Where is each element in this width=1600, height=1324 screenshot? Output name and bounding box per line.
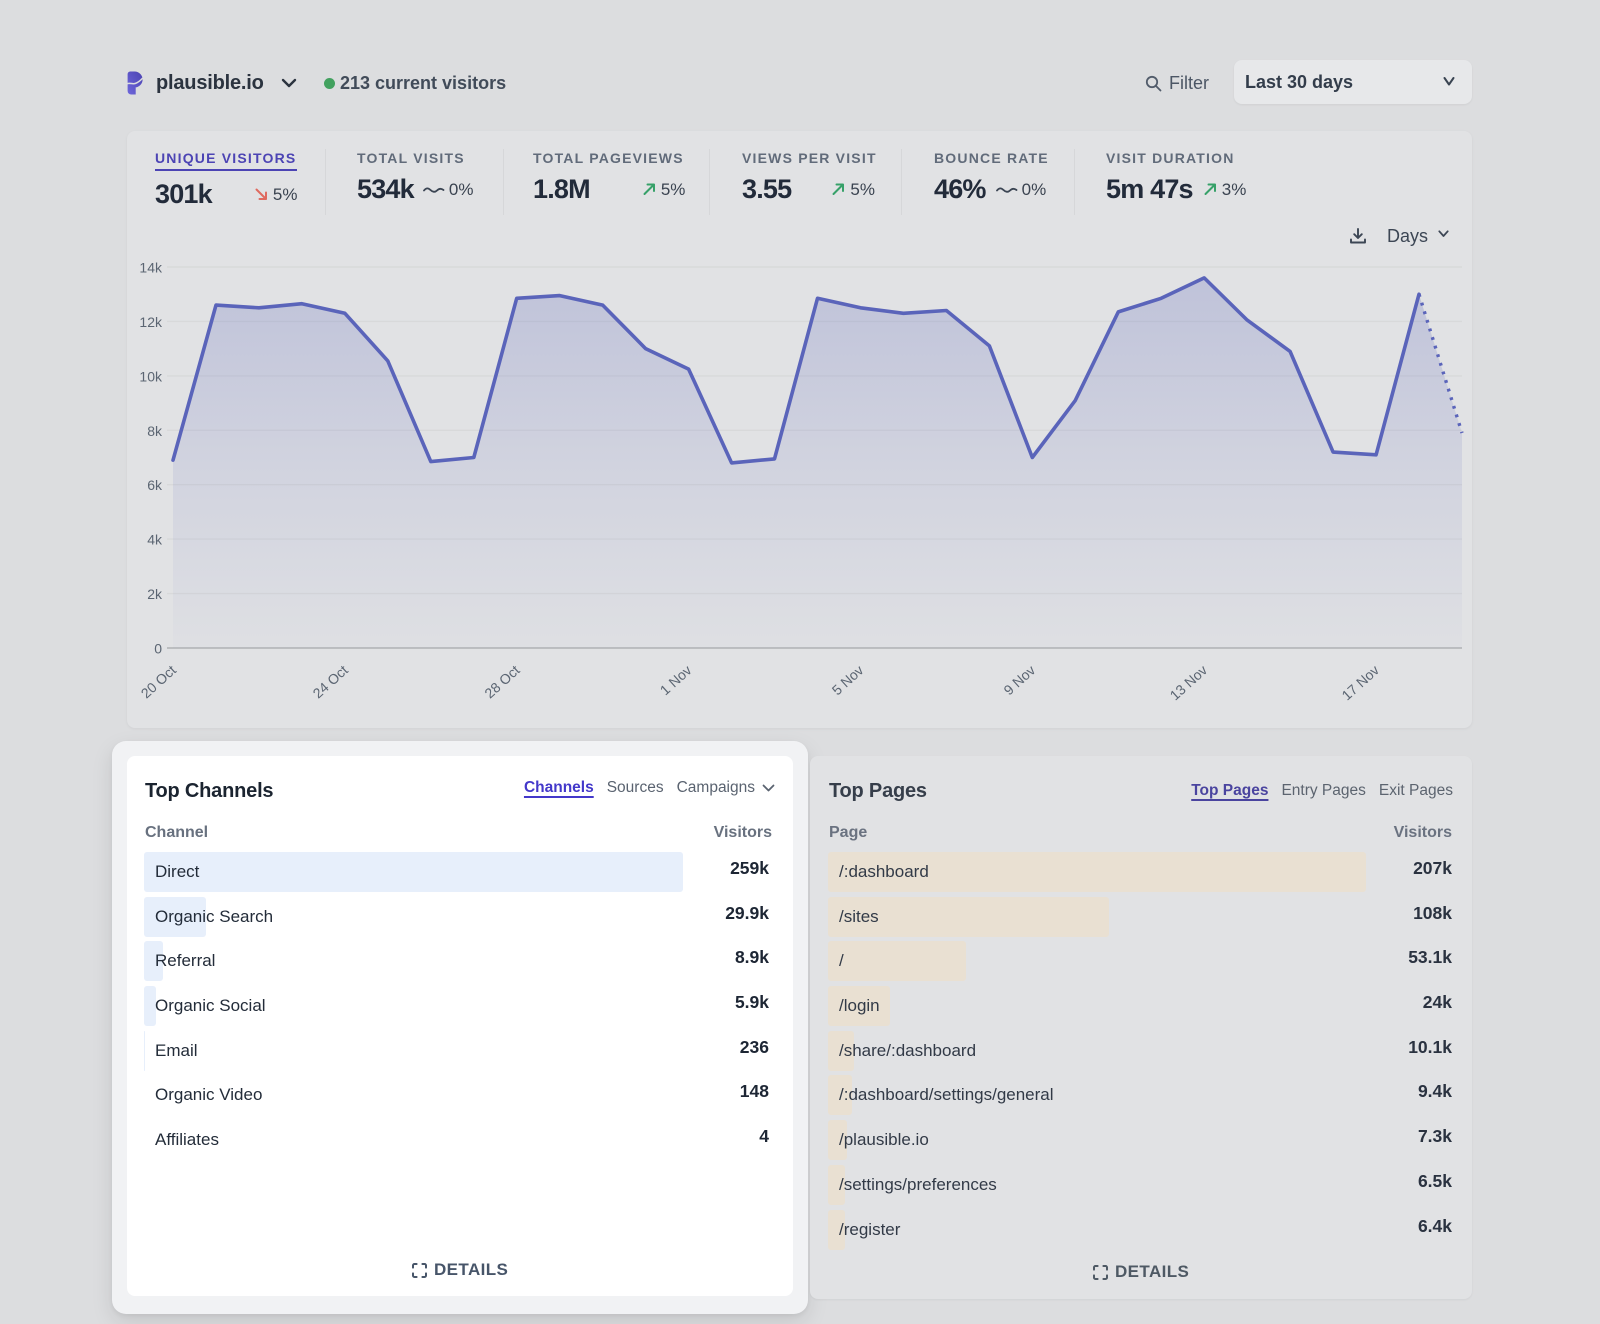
svg-text:8k: 8k xyxy=(147,423,163,439)
svg-text:2k: 2k xyxy=(147,586,163,602)
svg-text:24 Oct: 24 Oct xyxy=(310,662,351,702)
svg-text:17 Nov: 17 Nov xyxy=(1338,662,1382,704)
svg-text:4k: 4k xyxy=(147,532,163,548)
svg-text:6k: 6k xyxy=(147,477,163,493)
svg-text:9 Nov: 9 Nov xyxy=(1000,662,1038,698)
svg-text:12k: 12k xyxy=(139,314,163,330)
svg-text:28 Oct: 28 Oct xyxy=(481,662,522,702)
svg-text:14k: 14k xyxy=(139,260,163,276)
svg-text:20 Oct: 20 Oct xyxy=(138,662,179,702)
svg-text:0: 0 xyxy=(154,641,162,657)
svg-text:13 Nov: 13 Nov xyxy=(1167,662,1211,704)
svg-text:1 Nov: 1 Nov xyxy=(657,662,695,698)
svg-text:5 Nov: 5 Nov xyxy=(829,662,867,698)
svg-text:10k: 10k xyxy=(139,368,163,384)
